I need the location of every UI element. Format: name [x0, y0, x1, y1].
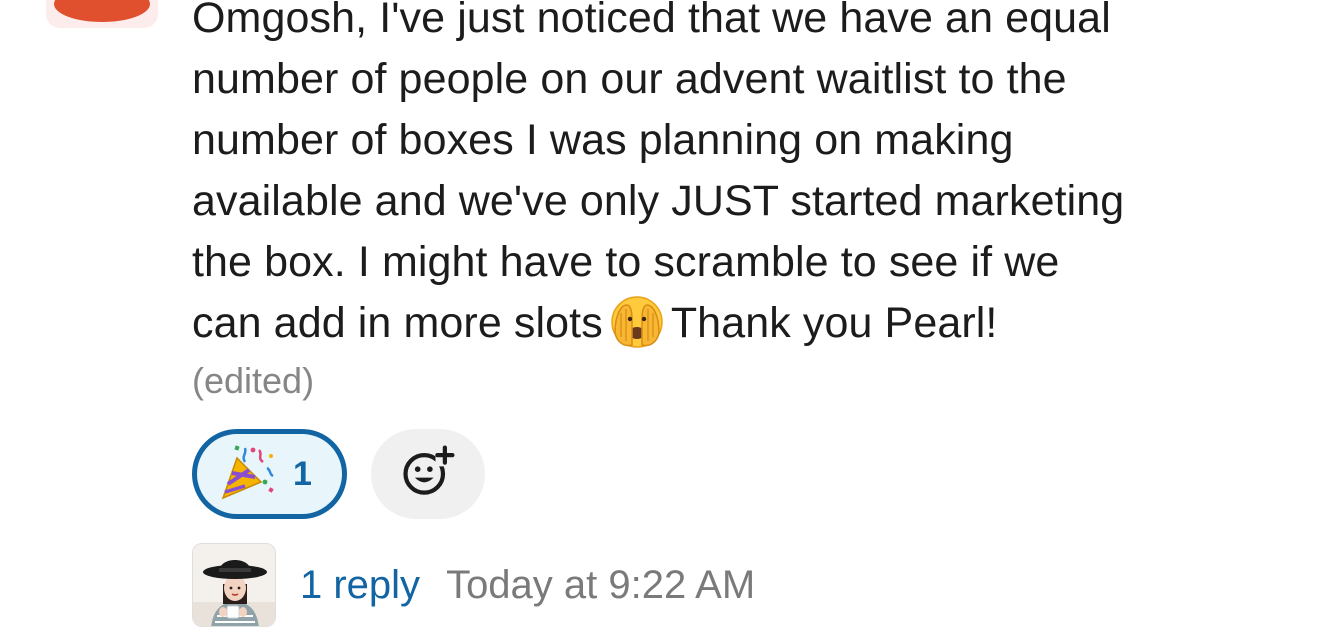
add-reaction-button[interactable] — [371, 429, 485, 519]
face-with-hand-over-mouth-icon — [609, 293, 665, 349]
edited-label: (edited) — [192, 360, 315, 401]
add-reaction-icon — [398, 442, 458, 507]
reply-count-link[interactable]: 1 reply — [300, 563, 420, 608]
message-text-tail: Thank you Pearl! — [670, 299, 998, 347]
sender-avatar[interactable] — [46, 0, 158, 28]
replier-avatar-image — [193, 544, 275, 626]
thread-summary: 1 reply Today at 9:22 AM — [192, 543, 755, 627]
sender-avatar-image — [54, 0, 150, 22]
message-text: Omgosh, I've just noticed that we have a… — [192, 0, 1292, 354]
replier-avatar[interactable] — [192, 543, 276, 627]
reaction-party-popper[interactable]: 1 — [192, 429, 347, 519]
reactions-bar: 1 — [192, 429, 485, 519]
message-body: Omgosh, I've just noticed that we have a… — [192, 0, 1292, 406]
reply-timestamp[interactable]: Today at 9:22 AM — [446, 563, 755, 608]
party-popper-icon — [215, 440, 279, 509]
reaction-count: 1 — [293, 454, 312, 493]
